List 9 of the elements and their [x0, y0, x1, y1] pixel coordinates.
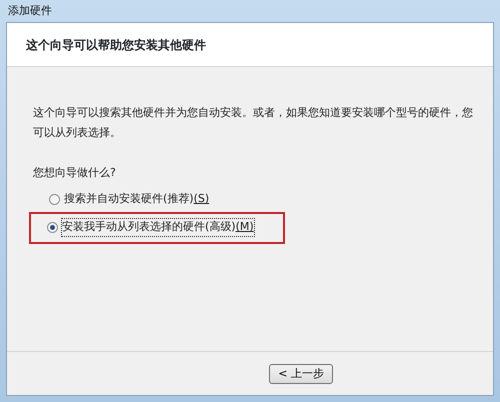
option-label[interactable]: 安装我手动从列表选择的硬件(高级)(M) [62, 219, 254, 236]
radio-button[interactable] [47, 222, 58, 233]
window-title: 添加硬件 [7, 3, 53, 19]
wizard-heading: 这个向导可以帮助您安装其他硬件 [26, 38, 206, 52]
question-label: 您想向导做什么? [33, 166, 116, 179]
option-label[interactable]: 搜索并自动安装硬件(推荐)(S) [64, 191, 210, 208]
radio-button[interactable] [49, 194, 60, 205]
back-button[interactable]: < 上一步 [269, 364, 333, 384]
description-text: 这个向导可以搜索其他硬件并为您自动安装。或者，如果您知道要安装哪个型号的硬件，您可以从列表选择。 [33, 105, 473, 141]
